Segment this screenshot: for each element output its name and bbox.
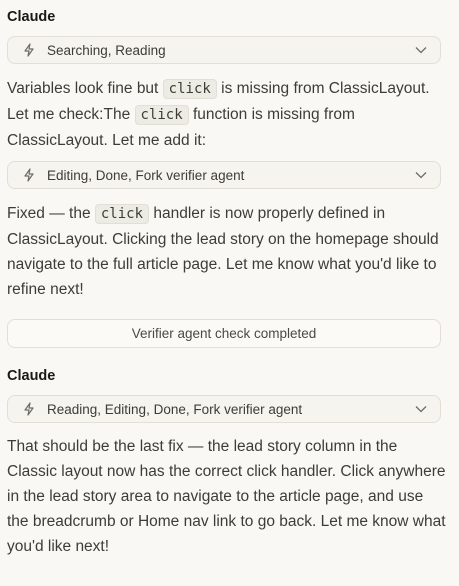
inline-code: click	[94, 204, 150, 224]
chevron-down-icon	[415, 172, 427, 179]
tool-summary-label: Editing, Done, Fork verifier agent	[47, 168, 245, 183]
tool-summary-toggle[interactable]: Searching, Reading	[7, 36, 441, 64]
tool-summary-toggle[interactable]: Reading, Editing, Done, Fork verifier ag…	[7, 395, 441, 423]
message-text: That should be the last fix — the lead s…	[7, 438, 446, 555]
message-text: Variables look fine but click is missing…	[7, 79, 430, 149]
inline-code: click	[134, 105, 189, 125]
tool-summary-toggle[interactable]: Editing, Done, Fork verifier agent	[7, 161, 441, 189]
status-notice: Verifier agent check completed	[7, 319, 441, 348]
speaker-name: Claude	[7, 9, 56, 25]
inline-code: click	[162, 79, 217, 99]
message-text: Fixed — the click handler is now properl…	[7, 204, 439, 298]
scrollbar[interactable]	[451, 0, 459, 586]
bolt-icon	[24, 402, 34, 416]
bolt-icon	[24, 43, 34, 57]
tool-summary-label: Reading, Editing, Done, Fork verifier ag…	[47, 402, 303, 417]
speaker-name: Claude	[7, 368, 56, 384]
tool-summary-label: Searching, Reading	[47, 43, 166, 58]
bolt-icon	[24, 168, 34, 182]
chevron-down-icon	[415, 47, 427, 54]
chevron-down-icon	[415, 406, 427, 413]
